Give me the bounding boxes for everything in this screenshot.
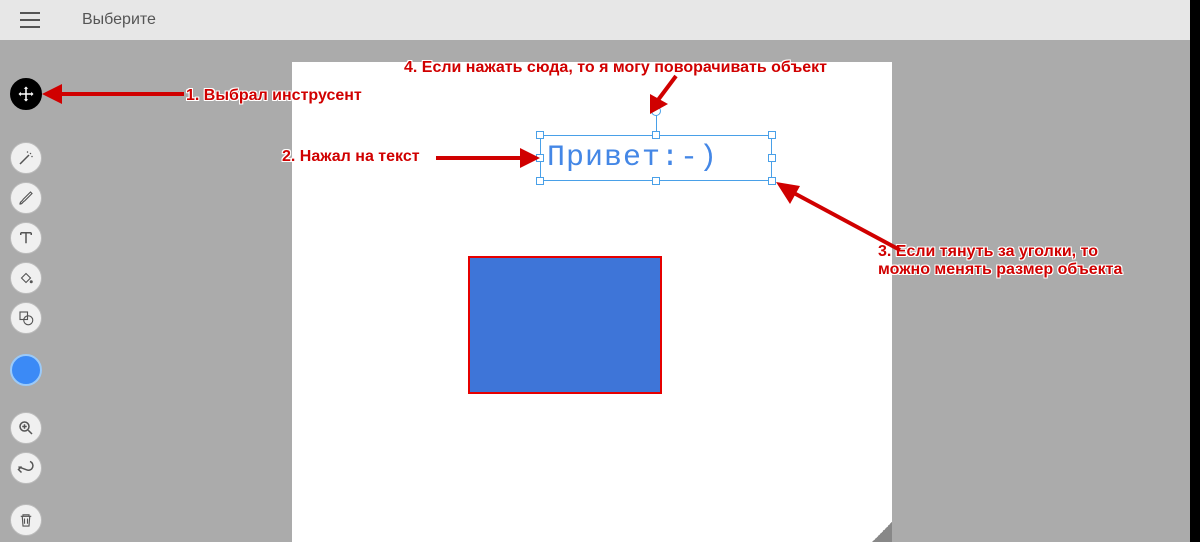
menu-icon[interactable] — [18, 8, 42, 32]
annotation-2-label: 2. Нажал на текст — [282, 148, 420, 166]
magnifier-icon — [17, 419, 35, 437]
canvas-text-object[interactable]: Привет:-) — [541, 136, 771, 180]
resize-handle-w[interactable] — [536, 154, 544, 162]
app-root: Выберите — [0, 0, 1200, 542]
canvas-rectangle-object[interactable] — [468, 256, 662, 394]
resize-handle-n[interactable] — [652, 131, 660, 139]
annotation-4-label: 4. Если нажать сюда, то я могу поворачив… — [404, 59, 827, 77]
resize-handle-nw[interactable] — [536, 131, 544, 139]
move-tool[interactable] — [10, 78, 42, 110]
text-tool[interactable] — [10, 222, 42, 254]
fill-tool[interactable] — [10, 262, 42, 294]
annotation-3-label: 3. Если тянуть за уголки, то можно менят… — [878, 243, 1198, 279]
text-icon — [17, 229, 35, 247]
resize-handle-se[interactable] — [768, 177, 776, 185]
page-curl-icon — [872, 522, 892, 542]
annotation-3-line1: 3. Если тянуть за уголки, то — [878, 243, 1098, 260]
annotation-1-arrow — [40, 76, 186, 112]
rotate-handle[interactable] — [651, 106, 661, 116]
brush-icon — [17, 189, 35, 207]
resize-handle-sw[interactable] — [536, 177, 544, 185]
trash-icon — [17, 511, 35, 529]
annotation-1-label: 1. Выбрал инструсент — [186, 87, 362, 105]
resize-handle-e[interactable] — [768, 154, 776, 162]
header-title: Выберите — [82, 11, 156, 29]
magic-wand-tool[interactable] — [10, 142, 42, 174]
shapes-icon — [17, 309, 35, 327]
fill-bucket-icon — [17, 269, 35, 287]
shapes-tool[interactable] — [10, 302, 42, 334]
resize-handle-s[interactable] — [652, 177, 660, 185]
canvas-text-object-selection[interactable]: Привет:-) — [540, 135, 772, 181]
header-bar: Выберите — [0, 0, 1200, 40]
undo-icon — [17, 459, 35, 477]
rotate-handle-line — [656, 114, 657, 132]
resize-handle-ne[interactable] — [768, 131, 776, 139]
color-swatch[interactable] — [10, 354, 42, 386]
delete-button[interactable] — [10, 504, 42, 536]
move-icon — [17, 85, 35, 103]
brush-tool[interactable] — [10, 182, 42, 214]
undo-button[interactable] — [10, 452, 42, 484]
zoom-tool[interactable] — [10, 412, 42, 444]
annotation-3-line2: можно менять размер объекта — [878, 261, 1122, 278]
magic-wand-icon — [17, 149, 35, 167]
